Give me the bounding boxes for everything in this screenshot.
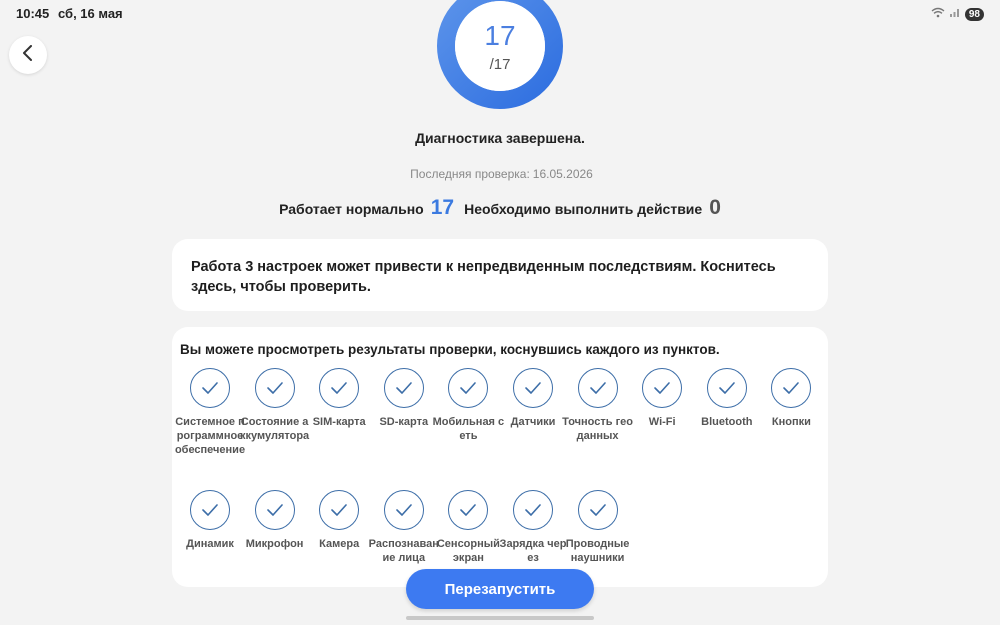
check-icon — [383, 490, 424, 530]
check-icon — [319, 368, 360, 408]
action-label: Необходимо выполнить действие — [464, 201, 703, 217]
status-icons: 98 — [931, 5, 984, 23]
last-check: Последняя проверка: 16.05.2026 — [0, 167, 1000, 181]
warning-card[interactable]: Работа 3 настроек может привести к непре… — [172, 239, 828, 311]
check-item-label: Микрофон — [245, 538, 304, 550]
check-icon — [254, 368, 295, 408]
check-icon — [254, 490, 295, 530]
warning-text: Работа 3 настроек может привести к непре… — [191, 259, 776, 295]
battery-icon: 98 — [964, 7, 984, 21]
check-item-label: Динамик — [186, 538, 234, 550]
check-icon — [383, 368, 424, 408]
check-item-label: SD-карта — [379, 416, 429, 428]
check-item-label: Зарядка через — [499, 538, 567, 564]
score-ring: 17 /17 — [436, 0, 564, 110]
last-check-date: 16.05.2026 — [532, 167, 593, 181]
check-item-label: Bluetooth — [701, 416, 753, 428]
check-icon — [190, 368, 230, 408]
status-time: 10:45 — [16, 6, 50, 21]
check-item-label: Wi-Fi — [648, 416, 676, 428]
check-item-label: Состояние аккумулятора — [240, 416, 310, 442]
check-icon — [448, 368, 489, 408]
status-counts: Работает нормально 17 Необходимо выполни… — [0, 196, 1000, 220]
check-item-label: Сенсорный экран — [436, 538, 500, 564]
check-item-label: Мобильная сеть — [432, 416, 505, 442]
chevron-left-icon — [21, 44, 35, 66]
normal-count: 17 — [430, 196, 455, 219]
restart-button[interactable]: Перезапустить — [406, 569, 594, 609]
back-button[interactable] — [9, 36, 47, 74]
check-icon — [577, 368, 618, 408]
check-icon — [577, 490, 618, 530]
check-item-label: Кнопки — [771, 416, 811, 428]
signal-icon — [949, 5, 961, 23]
check-icon — [319, 490, 360, 530]
score-value: 17 — [484, 20, 516, 51]
action-count: 0 — [709, 196, 721, 219]
last-check-label: Последняя проверка: — [410, 167, 530, 181]
check-icon — [513, 490, 553, 530]
status-date: сб, 16 мая — [58, 6, 123, 21]
check-icon — [513, 368, 553, 408]
check-item-label: Точность геоданных — [562, 416, 633, 442]
check-item-label: Системное программное обеспечение — [174, 416, 246, 456]
check-icon — [642, 368, 683, 408]
check-icon — [771, 368, 812, 408]
results-card: Вы можете просмотреть результаты проверк… — [172, 327, 828, 587]
score-total: /17 — [489, 56, 511, 73]
check-icon — [706, 368, 747, 408]
check-icon — [448, 490, 489, 530]
results-title: Вы можете просмотреть результаты проверк… — [180, 342, 720, 357]
home-indicator — [406, 616, 594, 620]
check-item-label: Датчики — [510, 416, 556, 428]
check-item-label: SIM-карта — [312, 416, 366, 428]
check-item-label: Распознавание лица — [368, 538, 439, 564]
normal-label: Работает нормально — [279, 201, 424, 217]
wifi-icon — [931, 5, 945, 23]
check-item-label: Проводные наушники — [565, 538, 630, 564]
diagnosis-title: Диагностика завершена. — [415, 130, 585, 146]
check-item-label: Камера — [319, 538, 360, 550]
score-ring-graphic — [437, 0, 563, 109]
check-icon — [190, 490, 230, 530]
